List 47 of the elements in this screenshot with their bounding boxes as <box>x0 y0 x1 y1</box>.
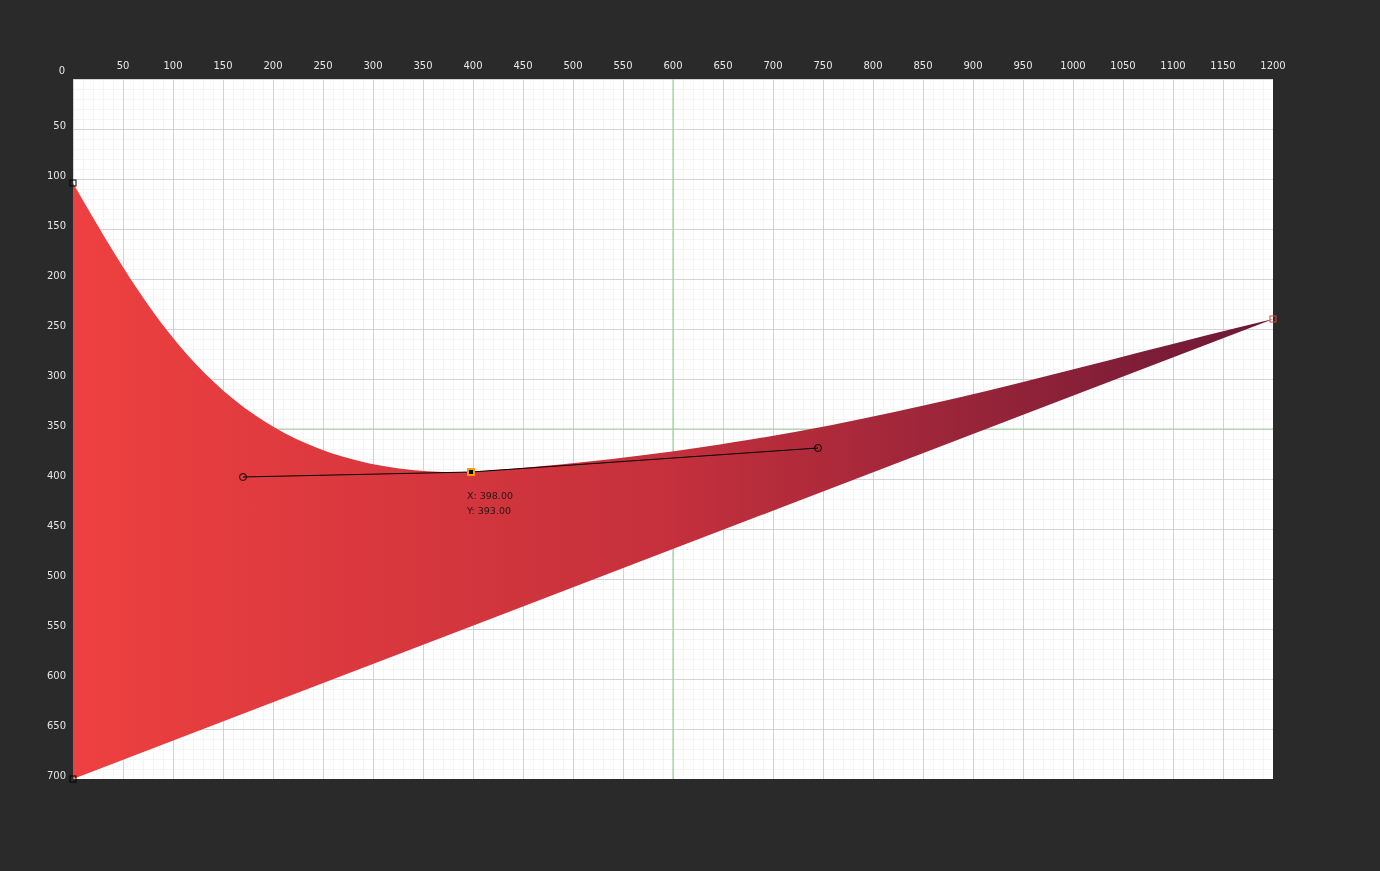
ruler-label: 1000 <box>1060 60 1086 71</box>
ruler-label: 350 <box>413 60 433 71</box>
ruler-label: 0 <box>58 65 65 76</box>
ruler-label: 850 <box>913 60 933 71</box>
handle-point[interactable] <box>239 473 247 481</box>
ruler-label: 900 <box>963 60 983 71</box>
anchor-point[interactable] <box>467 468 475 476</box>
ruler-label: 250 <box>313 60 333 71</box>
ruler-label: 300 <box>363 60 383 71</box>
ruler-label: 550 <box>613 60 633 71</box>
coordinate-readout: Y: 393.00 <box>467 505 511 516</box>
ruler-label: 50 <box>116 60 130 71</box>
ruler-label: 200 <box>46 270 66 281</box>
ruler-label: 950 <box>1013 60 1033 71</box>
ruler-label: 500 <box>563 60 583 71</box>
handle-point[interactable] <box>814 444 822 452</box>
ruler-label: 550 <box>46 620 66 631</box>
ruler-label: 650 <box>46 720 66 731</box>
ruler-label: 800 <box>863 60 883 71</box>
ruler-label: 200 <box>263 60 283 71</box>
ruler-label: 300 <box>46 370 66 381</box>
ruler-label: 1200 <box>1260 60 1286 71</box>
ruler-label: 250 <box>46 320 66 331</box>
ruler-label: 50 <box>53 120 66 131</box>
ruler-label: 400 <box>463 60 483 71</box>
ruler-label: 150 <box>46 220 66 231</box>
ruler-label: 450 <box>46 520 66 531</box>
ruler-label: 350 <box>46 420 66 431</box>
ruler-label: 650 <box>713 60 733 71</box>
ruler-label: 700 <box>46 770 66 781</box>
coordinate-readout: X: 398.00 <box>467 490 513 501</box>
ruler-label: 500 <box>46 570 66 581</box>
ruler-label: 1100 <box>1160 60 1186 71</box>
ruler-label: 1050 <box>1110 60 1136 71</box>
ruler-label: 450 <box>513 60 533 71</box>
ruler-label: 1150 <box>1210 60 1236 71</box>
anchor-point[interactable] <box>1269 315 1277 323</box>
shape-fill[interactable] <box>73 183 1273 779</box>
ruler-label: 150 <box>213 60 233 71</box>
ruler-label: 600 <box>46 670 66 681</box>
ruler-label: 700 <box>763 60 783 71</box>
anchor-point[interactable] <box>69 179 77 187</box>
ruler-label: 400 <box>46 470 66 481</box>
ruler-label: 750 <box>813 60 833 71</box>
ruler-label: 100 <box>163 60 183 71</box>
ruler-label: 600 <box>663 60 683 71</box>
ruler-label: 100 <box>46 170 66 181</box>
